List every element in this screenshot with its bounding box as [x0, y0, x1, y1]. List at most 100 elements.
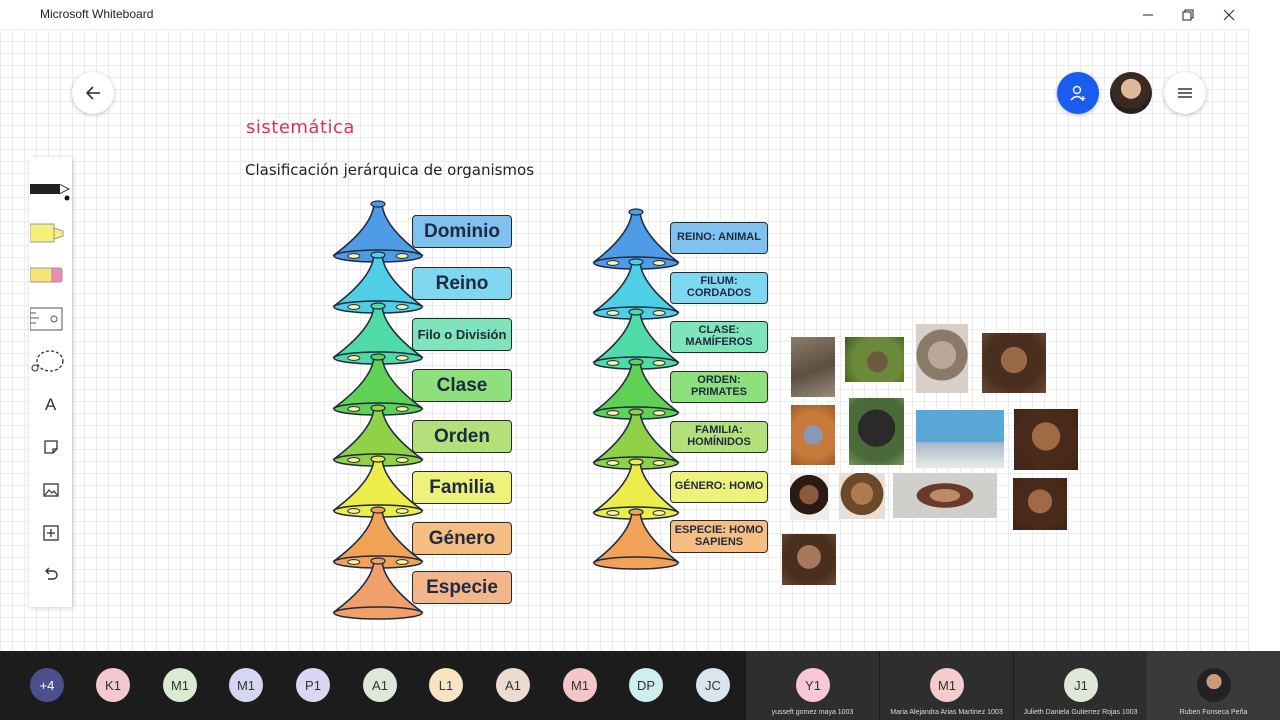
- image-icon: [42, 483, 59, 497]
- minimize-icon: [1143, 14, 1153, 15]
- text-icon: A: [44, 395, 57, 414]
- participant-initials: A1: [505, 677, 521, 693]
- participant-initials: DP: [636, 677, 656, 693]
- participant-name: Julieth Daniela Gutierrez Rojas 1003: [1023, 709, 1138, 716]
- participant-initials: Y1: [805, 677, 821, 693]
- photo-hominid-1[interactable]: [790, 474, 828, 520]
- sticky-note-icon: [43, 440, 58, 454]
- ink-toolbar: A: [29, 157, 72, 607]
- photo-neanderthal-1[interactable]: [982, 333, 1046, 393]
- eraser-tool[interactable]: [29, 257, 72, 293]
- label-especie-homo-sapiens: ESPECIE: HOMO SAPIENS: [670, 520, 768, 553]
- participant-avatar[interactable]: A1: [496, 668, 530, 702]
- taxonomy-pyramid-generic[interactable]: [330, 200, 430, 625]
- image-tool[interactable]: [29, 472, 72, 508]
- video-tile[interactable]: Ruben Fonseca Peña: [1147, 651, 1280, 720]
- participant-more[interactable]: +4: [30, 668, 64, 702]
- meeting-participant-bar: +4 K1 M1 M1 P1 A1 L1 A1 M1 DP JC Y1 yuss…: [0, 651, 1280, 720]
- restore-icon: [1182, 9, 1194, 20]
- text-tool[interactable]: A: [29, 387, 72, 423]
- participant-avatar[interactable]: M1: [229, 668, 263, 702]
- note-tool[interactable]: [29, 429, 72, 465]
- minimize-button[interactable]: [1128, 0, 1168, 29]
- video-tile[interactable]: M1 Maria Alejandra Arias Martinez 1003: [880, 651, 1013, 720]
- label-reino: Reino: [412, 267, 512, 300]
- participant-initials: J1: [1074, 677, 1088, 693]
- participant-avatar[interactable]: A1: [363, 668, 397, 702]
- video-tile[interactable]: Y1 yusseft gomez maya 1003: [746, 651, 879, 720]
- photo-tarsier[interactable]: [791, 337, 835, 397]
- label-clase: Clase: [412, 369, 512, 402]
- label-dominio: Dominio: [412, 215, 512, 248]
- participant-avatar[interactable]: M1: [163, 668, 197, 702]
- photo-neanderthal-3[interactable]: [1013, 478, 1067, 530]
- participant-avatar[interactable]: M1: [563, 668, 597, 702]
- photo-orangutan[interactable]: [791, 405, 835, 465]
- lasso-tool[interactable]: [29, 343, 72, 379]
- undo-icon: [44, 567, 58, 580]
- pen-tool[interactable]: [29, 171, 72, 207]
- generic-bell-7: [332, 557, 424, 620]
- label-orden: Orden: [412, 420, 512, 453]
- label-reino-animal: REINO: ANIMAL: [670, 222, 768, 254]
- back-button[interactable]: [72, 72, 114, 114]
- subheading-text[interactable]: Clasificación jerárquica de organismos: [245, 161, 534, 179]
- highlighter-tool[interactable]: [29, 215, 72, 251]
- label-clase-mamiferos: CLASE: MAMÍFEROS: [670, 321, 768, 353]
- participant-initials: M1: [170, 677, 190, 693]
- photo-chimpanzee[interactable]: [916, 410, 1004, 468]
- photo-lemur[interactable]: [845, 337, 904, 382]
- participant-avatar: Y1: [796, 668, 830, 702]
- ruler-tool[interactable]: [29, 300, 72, 336]
- participant-initials: P1: [305, 677, 321, 693]
- photo-hominid-2[interactable]: [839, 473, 885, 519]
- participant-initials: L1: [438, 677, 454, 693]
- insert-tool[interactable]: [29, 515, 72, 551]
- participant-initials: M1: [236, 677, 256, 693]
- participant-initials: M1: [937, 677, 957, 693]
- undo-tool[interactable]: [29, 557, 72, 593]
- photo-baboon[interactable]: [916, 324, 968, 393]
- highlighter-icon: [29, 223, 63, 243]
- label-familia-hominidos: FAMILIA: HOMÍNIDOS: [670, 421, 768, 453]
- label-orden-primates: ORDEN: PRIMATES: [670, 371, 768, 403]
- photo-neanderthal-2[interactable]: [1014, 409, 1078, 470]
- plus-square-icon: [42, 525, 59, 541]
- participant-avatar: M1: [930, 668, 964, 702]
- participant-avatar[interactable]: DP: [629, 668, 663, 702]
- invite-button[interactable]: [1057, 72, 1099, 114]
- participant-initials: +4: [39, 677, 55, 693]
- label-filum-cordados: FILUM: CORDADOS: [670, 272, 768, 304]
- title-bar: Microsoft Whiteboard: [0, 0, 1280, 30]
- participant-photo: [1197, 668, 1231, 702]
- participant-initials: JC: [705, 677, 721, 693]
- participant-name: Ruben Fonseca Peña: [1179, 709, 1248, 716]
- participant-avatar[interactable]: L1: [429, 668, 463, 702]
- photo-gorilla[interactable]: [849, 398, 904, 465]
- close-icon: [1223, 9, 1235, 20]
- heading-text[interactable]: sistemática: [246, 117, 355, 138]
- restore-button[interactable]: [1168, 0, 1208, 29]
- user-avatar[interactable]: [1110, 72, 1152, 114]
- menu-button[interactable]: [1164, 72, 1206, 114]
- photo-human-ancestor[interactable]: [782, 534, 836, 585]
- add-person-icon: [1070, 85, 1086, 101]
- video-tile[interactable]: J1 Julieth Daniela Gutierrez Rojas 1003: [1014, 651, 1147, 720]
- label-genero-homo: GÉNERO: HOMO: [670, 471, 768, 503]
- close-button[interactable]: [1209, 0, 1249, 29]
- ruler-icon: [29, 307, 62, 331]
- participant-name: yusseft gomez maya 1003: [771, 709, 854, 716]
- participant-avatar: J1: [1064, 668, 1098, 702]
- participant-initials: A1: [372, 677, 388, 693]
- hamburger-icon: [1178, 88, 1192, 98]
- pen-icon: [29, 184, 70, 201]
- photo-hominid-3[interactable]: [893, 473, 997, 518]
- lasso-icon: [31, 350, 64, 372]
- participant-avatar[interactable]: JC: [696, 668, 730, 702]
- label-genero: Género: [412, 522, 512, 555]
- participant-avatar[interactable]: K1: [96, 668, 130, 702]
- label-filo: Filo o División: [412, 318, 512, 351]
- label-familia: Familia: [412, 471, 512, 504]
- arrow-left-icon: [85, 86, 100, 100]
- participant-avatar[interactable]: P1: [296, 668, 330, 702]
